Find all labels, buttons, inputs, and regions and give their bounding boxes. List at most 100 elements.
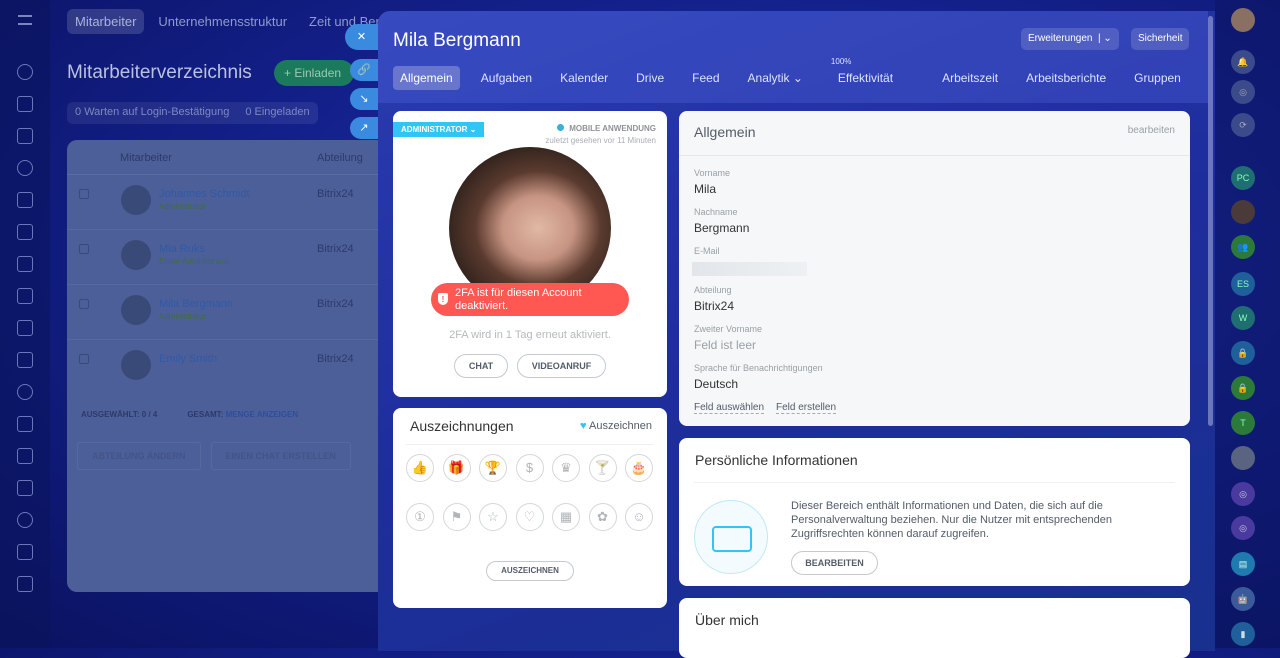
table-row[interactable]: Mia Ruks Erster Administrator Bitrix24	[67, 230, 387, 285]
open-new-window-icon[interactable]: ↗	[350, 117, 378, 139]
copy-link-icon[interactable]: 🔗	[350, 59, 378, 81]
tab-kalender[interactable]: Kalender	[553, 66, 615, 90]
lock-icon[interactable]: 🔒	[1231, 376, 1255, 400]
tab-arbeitsberichte[interactable]: Arbeitsberichte	[1019, 66, 1113, 90]
table-row[interactable]: Mila Bergmann Administrator Bitrix24	[67, 285, 387, 340]
table-row[interactable]: Emily Smith Bitrix24	[67, 340, 387, 395]
select-field-link[interactable]: Feld auswählen	[694, 402, 765, 414]
edit-personal-button[interactable]: BEARBEITEN	[791, 551, 878, 575]
smile-icon[interactable]: ☺	[625, 503, 653, 531]
copilot-icon[interactable]: ◎	[1231, 516, 1255, 540]
lock-icon[interactable]: 🔒	[1231, 341, 1255, 365]
video-call-button[interactable]: VIDEOANRUF	[517, 354, 606, 378]
tab-arbeitszeit[interactable]: Arbeitszeit	[935, 66, 1005, 90]
group-avatar[interactable]	[1231, 446, 1255, 470]
avatar-es[interactable]: ES	[1231, 272, 1255, 296]
store-icon[interactable]	[17, 480, 33, 496]
chat-icon[interactable]	[17, 96, 33, 112]
create-field-link[interactable]: Feld erstellen	[776, 402, 837, 414]
employee-name[interactable]: Mila Bergmann	[159, 298, 233, 310]
money-bag-icon[interactable]: $	[515, 454, 544, 482]
flag-icon[interactable]: ⚑	[442, 503, 471, 531]
tab-analytik[interactable]: Analytik ⌄	[741, 66, 810, 90]
feed-icon[interactable]	[17, 64, 33, 80]
minimize-icon[interactable]: ↘	[350, 88, 378, 110]
refresh-chat-icon[interactable]: ⟳	[1231, 113, 1255, 137]
cake-icon[interactable]: 🎂	[625, 454, 653, 482]
chat-button[interactable]: CHAT	[454, 354, 508, 378]
avatar-mila[interactable]	[1231, 200, 1255, 224]
groups-icon[interactable]	[17, 160, 33, 176]
tab-aufgaben[interactable]: Aufgaben	[474, 66, 539, 90]
field-value[interactable]: Deutsch	[694, 377, 738, 391]
bot-icon[interactable]: 🤖	[1231, 587, 1255, 611]
filter-waiting[interactable]: 0 Warten auf Login-Bestätigung	[75, 106, 229, 120]
tab-feed[interactable]: Feed	[685, 66, 726, 90]
employee-name[interactable]: Johannes Schmidt	[159, 188, 250, 200]
bookmark-icon[interactable]: ▮	[1231, 622, 1255, 646]
nav-struktur[interactable]: Unternehmensstruktur	[150, 9, 295, 34]
tab-drive[interactable]: Drive	[629, 66, 671, 90]
support-chat-icon[interactable]: ▤	[1231, 552, 1255, 576]
col-mitarbeiter[interactable]: Mitarbeiter	[120, 152, 317, 174]
bell-icon[interactable]: 🔔	[1231, 50, 1255, 74]
award-button[interactable]: AUSZEICHNEN	[486, 561, 574, 581]
nav-mitarbeiter[interactable]: Mitarbeiter	[67, 9, 145, 34]
board-icon[interactable]	[17, 288, 33, 304]
crown-icon[interactable]: ♛	[552, 454, 580, 482]
scrollbar[interactable]	[1208, 16, 1213, 426]
docs-icon[interactable]	[17, 128, 33, 144]
tab-effektivitaet[interactable]: 100% Effektivität	[824, 57, 921, 90]
avatar-pc[interactable]: PC	[1231, 166, 1255, 190]
page-title: Mitarbeiterverzeichnis	[67, 62, 252, 83]
thumbs-up-icon[interactable]: 👍	[406, 454, 434, 482]
awards-title: Auszeichnungen	[410, 418, 514, 434]
sites-icon[interactable]	[17, 512, 33, 528]
table-row[interactable]: Johannes Schmidt Administrator Bitrix24	[67, 175, 387, 230]
tasks-icon[interactable]	[17, 224, 33, 240]
tab-allgemein[interactable]: Allgemein	[393, 66, 460, 90]
avatar-w[interactable]: W	[1231, 306, 1255, 330]
employee-name[interactable]: Mia Ruks	[159, 243, 205, 255]
calendar-icon[interactable]: ▦	[552, 503, 580, 531]
create-chat-button[interactable]: EINEN CHAT ERSTELLEN	[210, 442, 351, 470]
role-badge[interactable]: ADMINISTRATOR ⌄	[393, 122, 485, 137]
users-icon[interactable]	[17, 384, 33, 400]
award-link[interactable]: ♥ Auszeichnen	[580, 420, 652, 432]
user-avatar[interactable]	[1231, 8, 1255, 32]
invite-button[interactable]: + Einladen	[274, 60, 354, 86]
field-value[interactable]: Mila	[694, 182, 716, 196]
field-value[interactable]: Feld ist leer	[694, 338, 756, 352]
crm-icon[interactable]	[17, 320, 33, 336]
field-value[interactable]: Bitrix24	[694, 299, 734, 313]
heart-icon[interactable]: ♡	[515, 503, 544, 531]
security-button[interactable]: Sicherheit	[1131, 28, 1190, 50]
radar-icon[interactable]: ◎	[1231, 80, 1255, 104]
settings-icon[interactable]	[17, 576, 33, 592]
calendar-icon[interactable]	[17, 192, 33, 208]
edit-link[interactable]: bearbeiten	[1128, 125, 1175, 136]
cocktail-icon[interactable]: 🍸	[588, 454, 617, 482]
filter-invited[interactable]: 0 Eingeladen	[245, 106, 309, 120]
number-one-icon[interactable]: ①	[406, 503, 434, 531]
copilot-icon[interactable]: ◎	[1231, 482, 1255, 506]
star-icon[interactable]: ☆	[479, 503, 507, 531]
change-dept-button[interactable]: ABTEILUNG ÄNDERN	[77, 442, 201, 470]
cart-icon[interactable]	[17, 544, 33, 560]
gift-icon[interactable]: 🎁	[442, 454, 471, 482]
filter-icon[interactable]	[17, 416, 33, 432]
file-icon[interactable]	[17, 256, 33, 272]
extensions-button[interactable]: Erweiterungen | ⌄	[1021, 28, 1119, 50]
col-abteilung[interactable]: Abteilung	[317, 152, 363, 174]
mail-icon[interactable]	[17, 352, 33, 368]
close-button[interactable]: ✕	[345, 24, 378, 50]
menu-icon[interactable]	[18, 15, 32, 25]
field-value[interactable]: Bergmann	[694, 221, 749, 235]
schedule-icon[interactable]	[17, 448, 33, 464]
trophy-icon[interactable]: 🏆	[479, 454, 507, 482]
tab-gruppen[interactable]: Gruppen	[1127, 66, 1188, 90]
employee-name[interactable]: Emily Smith	[159, 353, 217, 365]
group-chat-icon[interactable]: 👥	[1231, 235, 1255, 259]
avatar-t[interactable]: T	[1231, 411, 1255, 435]
flower-icon[interactable]: ✿	[588, 503, 617, 531]
